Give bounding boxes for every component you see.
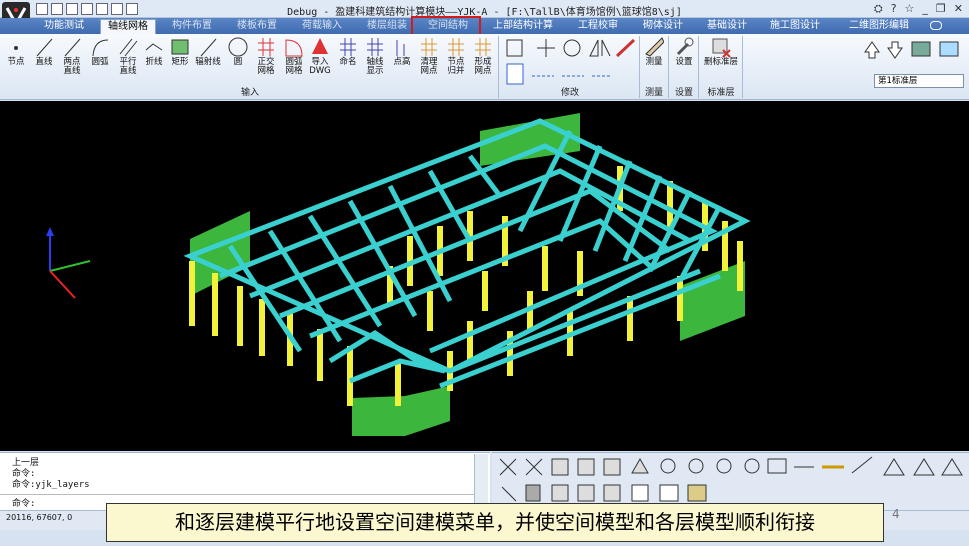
redo-icon[interactable] xyxy=(111,3,123,15)
command-scrollbar[interactable] xyxy=(474,454,488,508)
tab-function-test[interactable]: 功能测试 xyxy=(34,19,94,34)
floor-nav-icons[interactable] xyxy=(860,38,964,60)
parallel-line-button[interactable]: 平行 直线 xyxy=(114,36,142,76)
save-as-icon[interactable] xyxy=(81,3,93,15)
tab-floor-assembly[interactable]: 楼层组装 xyxy=(358,19,416,34)
group-label-modify: 修改 xyxy=(560,88,579,98)
arc-grid-button[interactable]: 圆弧 网格 xyxy=(280,36,308,76)
clean-nodes-button[interactable]: 清理 网点 xyxy=(415,36,443,76)
tab-masonry-design[interactable]: 砌体设计 xyxy=(633,19,693,34)
dwg-icon xyxy=(312,38,328,54)
polyline-button[interactable]: 折线 xyxy=(140,36,168,67)
circle-icon xyxy=(228,37,248,57)
tab-axis-grid[interactable]: 轴线网格 xyxy=(100,19,156,34)
command-prompt: 命令: xyxy=(12,499,36,509)
slide-caption: 和逐层建模平行地设置空间建模菜单，并使空间模型和各层模型顺利衔接 xyxy=(106,503,884,542)
axis-display-icon xyxy=(367,38,383,56)
structure-3d-model xyxy=(46,113,751,436)
window-controls: ⛭ ? ☆ _ ❐ ✕ xyxy=(874,2,963,16)
arc-button[interactable]: 圆弧 xyxy=(86,36,114,67)
print-icon[interactable] xyxy=(126,3,138,15)
naming-icon xyxy=(340,38,356,56)
radial-line-icon xyxy=(200,38,217,57)
settings-button[interactable]: 设置 xyxy=(670,36,698,67)
title-bar: Debug - 盈建科建筑结构计算模块——YJK-A - [F:\TallB\体… xyxy=(0,0,969,18)
tab-slab-layout[interactable]: 楼板布置 xyxy=(228,19,286,34)
point-height-button[interactable]: 点高 xyxy=(388,36,416,67)
tab-foundation-design[interactable]: 基础设计 xyxy=(698,19,756,34)
group-label-settings: 设置 xyxy=(674,88,693,98)
ribbon-toggle-icon[interactable] xyxy=(930,21,942,30)
two-point-line-icon xyxy=(64,38,81,57)
naming-button[interactable]: 命名 xyxy=(334,36,362,67)
command-history-line: 命令:yjk_layers xyxy=(12,480,90,490)
form-nodes-button[interactable]: 形成 网点 xyxy=(469,36,497,76)
help-icon[interactable]: ? xyxy=(891,2,897,16)
modify-tools xyxy=(502,36,636,86)
settings-icon[interactable]: ⛭ xyxy=(874,2,883,16)
axis-display-button[interactable]: 轴线 显示 xyxy=(361,36,389,76)
merge-nodes-icon xyxy=(448,38,464,56)
restore-button[interactable]: ❐ xyxy=(936,2,946,16)
axis-gizmo xyxy=(46,227,91,299)
ribbon: 节点 直线 两点 直线 圆弧 平行 直线 折线 矩形 辐射线 圆 正交 网格 圆… xyxy=(0,34,969,100)
measure-button[interactable]: 测量 xyxy=(640,36,668,67)
line-icon xyxy=(36,38,53,57)
line-button[interactable]: 直线 xyxy=(30,36,58,67)
window-title: Debug - 盈建科建筑结构计算模块——YJK-A - [F:\TallB\体… xyxy=(287,7,682,18)
save-icon[interactable] xyxy=(66,3,78,15)
merge-nodes-button[interactable]: 节点 归并 xyxy=(442,36,470,76)
circle-button[interactable]: 圆 xyxy=(224,36,252,67)
new-file-icon[interactable] xyxy=(36,3,48,15)
coordinate-readout: 20116, 67607, 0 xyxy=(6,513,73,522)
separator xyxy=(498,36,499,98)
ruler-icon xyxy=(645,37,664,57)
point-height-icon xyxy=(396,40,405,56)
radial-line-button[interactable]: 辐射线 xyxy=(194,36,222,67)
node-button[interactable]: 节点 xyxy=(2,36,30,67)
modify-icons[interactable] xyxy=(502,36,636,86)
rectangle-icon xyxy=(171,39,189,55)
undo-icon[interactable] xyxy=(96,3,108,15)
open-file-icon[interactable] xyxy=(51,3,63,15)
tab-upper-structure-calc[interactable]: 上部结构计算 xyxy=(486,19,560,34)
group-label-input: 输入 xyxy=(240,88,259,98)
grid-icon xyxy=(258,38,274,56)
minimize-button[interactable]: _ xyxy=(922,2,928,16)
arc-icon xyxy=(92,39,109,57)
tab-project-review[interactable]: 工程校审 xyxy=(568,19,628,34)
model-viewport[interactable] xyxy=(0,101,969,451)
standard-floor-select[interactable]: 第1标准层 xyxy=(874,74,964,88)
favorite-icon[interactable]: ☆ xyxy=(905,2,915,16)
wrench-icon xyxy=(676,37,694,56)
form-nodes-icon xyxy=(475,38,491,56)
tab-drawing-design[interactable]: 施工图设计 xyxy=(762,19,828,34)
ribbon-tabs: 功能测试 轴线网格 构件布置 楼板布置 荷载输入 楼层组装 空间结构 上部结构计… xyxy=(0,18,969,34)
quick-access-toolbar xyxy=(36,3,138,15)
two-point-line-button[interactable]: 两点 直线 xyxy=(58,36,86,76)
delete-floor-button[interactable]: 删标准层 xyxy=(702,36,740,67)
separator xyxy=(742,36,743,98)
polyline-icon xyxy=(145,43,163,51)
separator xyxy=(698,36,699,98)
orthogonal-grid-button[interactable]: 正交 网格 xyxy=(252,36,280,76)
tab-member-layout[interactable]: 构件布置 xyxy=(163,19,221,34)
page-number: 4 xyxy=(892,507,900,521)
group-label-standard-floor: 标准层 xyxy=(707,88,735,98)
tab-load-input[interactable]: 荷载输入 xyxy=(293,19,351,34)
arc-grid-icon xyxy=(285,39,303,57)
view-toolbar xyxy=(492,452,969,510)
import-dwg-button[interactable]: 导入 DWG xyxy=(306,36,334,76)
group-label-measure: 测量 xyxy=(644,88,663,98)
tab-2d-graphics-edit[interactable]: 二维图形编辑 xyxy=(836,19,922,34)
delete-floor-icon xyxy=(712,38,731,58)
node-icon xyxy=(14,46,18,50)
separator xyxy=(668,36,669,98)
rectangle-button[interactable]: 矩形 xyxy=(166,36,194,67)
parallel-line-icon xyxy=(119,38,138,57)
close-button[interactable]: ✕ xyxy=(954,2,963,16)
clean-nodes-icon xyxy=(421,38,437,56)
